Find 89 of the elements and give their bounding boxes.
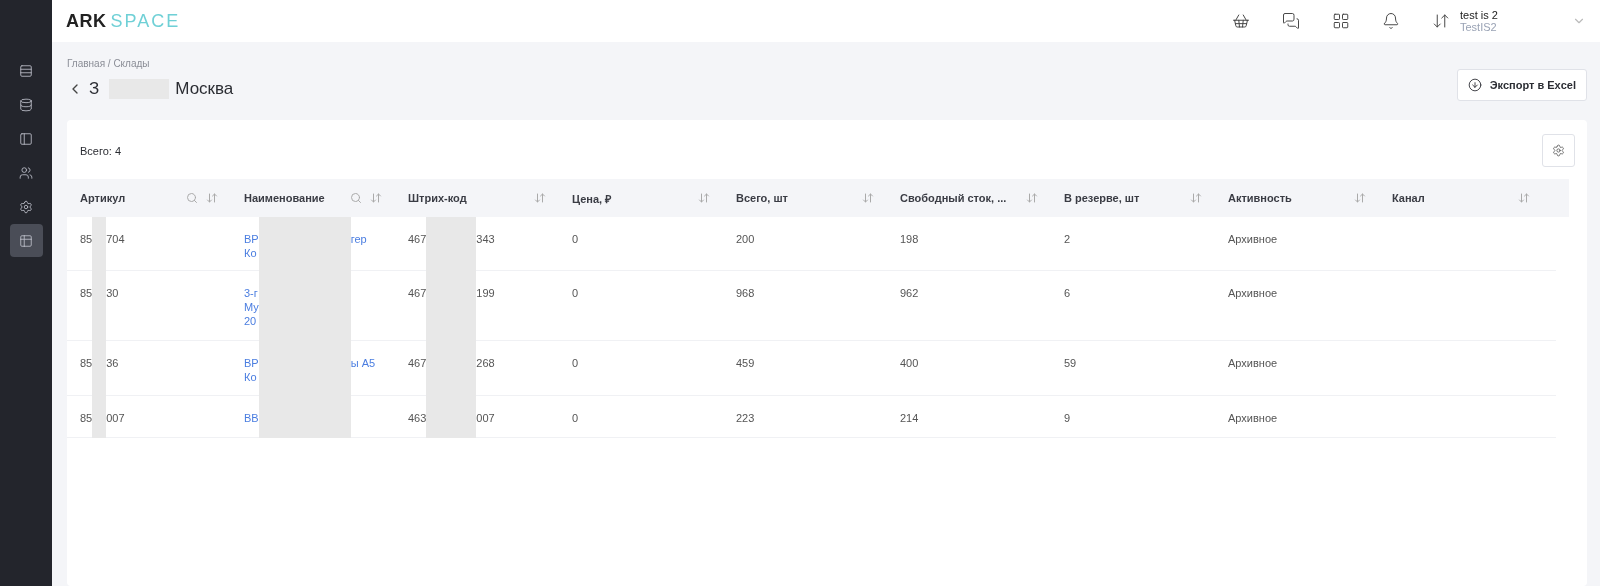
table-cell: Архивное: [1228, 357, 1278, 369]
column-header: Канал: [1392, 192, 1425, 204]
basket-icon[interactable]: [1232, 12, 1250, 30]
panel-icon: [19, 131, 33, 146]
rows-icon: [19, 63, 33, 78]
product-link[interactable]: ВВ: [244, 411, 259, 425]
table-cell: 59: [1064, 357, 1077, 369]
sort-icon[interactable]: [1518, 192, 1530, 204]
table-cell: 199: [476, 286, 495, 300]
table-cell: 467: [408, 356, 427, 370]
user-organization: TestIS2: [1460, 21, 1498, 33]
settings-button[interactable]: [1542, 134, 1575, 167]
table-cell: 0: [572, 357, 579, 369]
sort-icon[interactable]: [370, 192, 382, 204]
table-cell: 400: [900, 357, 919, 369]
table-cell: 85: [80, 411, 93, 425]
table-cell: 214: [900, 412, 919, 424]
table-cell: 704: [106, 232, 125, 246]
product-link[interactable]: Му: [244, 300, 259, 314]
table-cell: 223: [736, 412, 755, 424]
column-header: Свободный сток, ...: [900, 192, 1007, 204]
product-link[interactable]: ВР: [244, 356, 259, 370]
table-cell: 343: [476, 232, 495, 246]
table-cell: Архивное: [1228, 412, 1278, 424]
product-link[interactable]: 20: [244, 314, 259, 328]
table-cell: 36: [106, 356, 119, 370]
table-cell: 007: [476, 411, 495, 425]
table-cell: 200: [736, 233, 755, 245]
table-icon: [19, 233, 33, 248]
table-cell: 198: [900, 233, 919, 245]
search-icon[interactable]: [350, 192, 362, 204]
table-cell: Архивное: [1228, 233, 1278, 245]
table-cell: 463: [408, 411, 427, 425]
grid-icon[interactable]: [1332, 12, 1350, 30]
user-name: test is 2: [1460, 9, 1499, 21]
total-count: Всего: 4: [80, 144, 122, 157]
table-cell: 0: [572, 287, 579, 299]
column-header: Активность: [1228, 192, 1292, 204]
column-header: Цена, ₽: [572, 191, 612, 206]
table-cell: 459: [736, 357, 755, 369]
product-link[interactable]: ы А5: [350, 356, 376, 370]
product-link[interactable]: ВР: [244, 232, 259, 246]
database-icon: [19, 97, 33, 112]
table-cell: 2: [1064, 233, 1071, 245]
users-icon: [19, 165, 33, 180]
table-cell: 0: [572, 233, 579, 245]
sort-icon[interactable]: [1190, 192, 1202, 204]
table-cell: 467: [408, 286, 427, 300]
table-cell: 0: [572, 412, 579, 424]
product-link[interactable]: гер: [350, 232, 367, 246]
column-header: Артикул: [80, 192, 126, 204]
table-cell: 85: [80, 232, 93, 246]
page-title: З: [89, 79, 100, 99]
sort-icon[interactable]: [534, 192, 546, 204]
product-link[interactable]: 3-г: [244, 286, 259, 300]
search-icon[interactable]: [186, 192, 198, 204]
bell-icon[interactable]: [1382, 12, 1400, 30]
table-cell: 85: [80, 286, 93, 300]
logo: ARK SPACE: [66, 10, 181, 32]
sort-icon[interactable]: [862, 192, 874, 204]
column-header: В резерве, шт: [1064, 192, 1140, 204]
export-button[interactable]: Экспорт в Excel: [1456, 69, 1587, 101]
product-link[interactable]: Ко: [244, 370, 259, 384]
sort-icon[interactable]: [1354, 192, 1366, 204]
table-cell: 6: [1064, 287, 1071, 299]
help-chat-icon[interactable]: [1282, 12, 1300, 30]
column-header: Всего, шт: [736, 192, 788, 204]
column-header: Штрих-код: [408, 192, 467, 204]
sort-icon[interactable]: [206, 192, 218, 204]
table-cell: 962: [900, 287, 919, 299]
table-cell: 268: [476, 356, 495, 370]
download-icon: [1467, 78, 1482, 92]
table-cell: 9: [1064, 412, 1071, 424]
settings-icon: [1552, 144, 1565, 157]
table-cell: 30: [106, 286, 119, 300]
page-title: Москва: [175, 79, 234, 99]
table-cell: 007: [106, 411, 125, 425]
sort-icon[interactable]: [698, 192, 710, 204]
table-cell: Архивное: [1228, 287, 1278, 299]
column-header: Наименование: [244, 192, 325, 204]
settings-icon: [19, 199, 33, 214]
swap-icon[interactable]: [1432, 12, 1450, 30]
table-cell: 968: [736, 287, 755, 299]
table-cell: 467: [408, 232, 427, 246]
breadcrumb: Главная / Склады: [67, 58, 151, 69]
product-link[interactable]: Ко: [244, 246, 259, 260]
sidebar-item[interactable]: [9, 224, 43, 257]
table-cell: 85: [80, 356, 93, 370]
sort-icon[interactable]: [1026, 192, 1038, 204]
